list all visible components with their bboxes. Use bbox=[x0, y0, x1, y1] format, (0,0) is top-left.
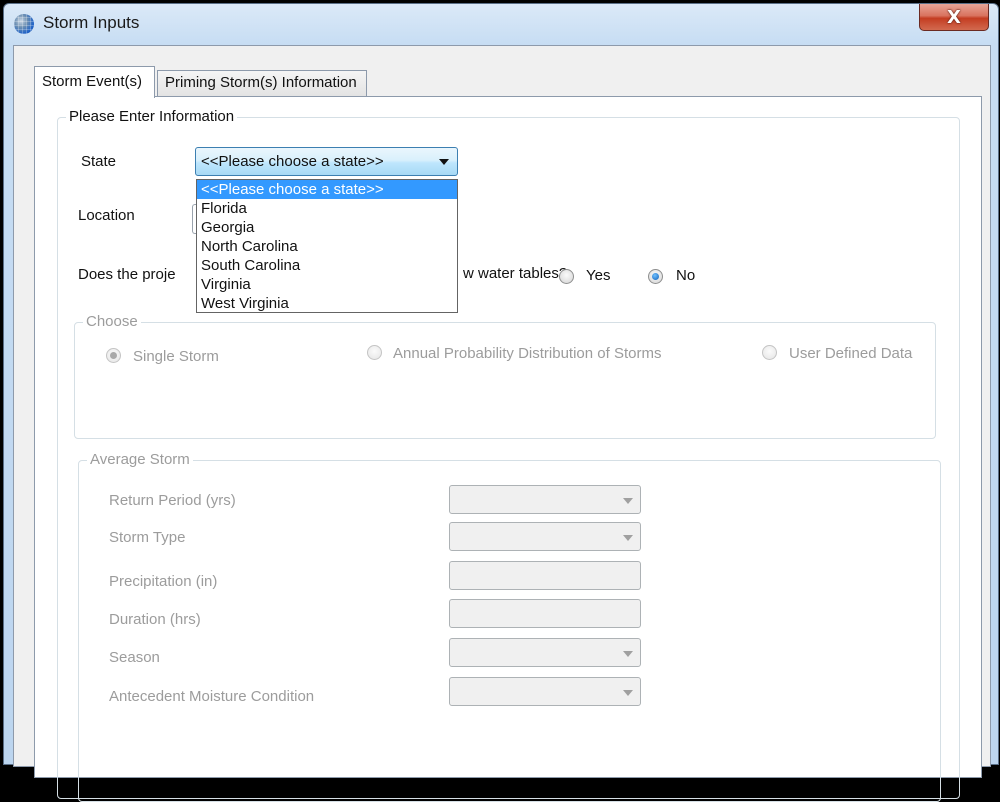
average-storm-group: Average Storm Return Period (yrs) Storm … bbox=[78, 451, 941, 802]
state-label: State bbox=[81, 153, 117, 170]
state-option[interactable]: <<Please choose a state>> bbox=[197, 180, 457, 199]
user-defined-data-radio[interactable] bbox=[762, 345, 777, 360]
single-storm-label[interactable]: Single Storm bbox=[133, 348, 219, 365]
return-period-label: Return Period (yrs) bbox=[109, 492, 236, 509]
storm-type-combobox[interactable] bbox=[449, 522, 641, 551]
antecedent-moisture-label: Antecedent Moisture Condition bbox=[109, 688, 315, 705]
tab-storm-events[interactable]: Storm Event(s) bbox=[34, 66, 155, 98]
state-option[interactable]: South Carolina bbox=[197, 256, 457, 275]
state-dropdown-list[interactable]: <<Please choose a state>> Florida Georgi… bbox=[196, 179, 458, 313]
storm-type-label: Storm Type bbox=[109, 529, 186, 546]
water-table-no-label[interactable]: No bbox=[676, 267, 695, 284]
water-table-question-suffix: w water tables? bbox=[463, 265, 568, 282]
chevron-down-icon bbox=[623, 690, 633, 696]
water-table-question-prefix: Does the proje bbox=[78, 266, 176, 283]
water-table-no-radio[interactable] bbox=[648, 269, 663, 284]
choose-group: Choose Single Storm Annual Probability D… bbox=[74, 313, 936, 439]
season-combobox[interactable] bbox=[449, 638, 641, 667]
close-button[interactable]: X bbox=[919, 4, 989, 31]
state-combobox[interactable]: <<Please choose a state>> bbox=[195, 147, 458, 176]
precipitation-label: Precipitation (in) bbox=[109, 573, 218, 590]
precipitation-input[interactable] bbox=[449, 561, 641, 590]
single-storm-radio[interactable] bbox=[106, 348, 121, 363]
user-defined-data-label[interactable]: User Defined Data bbox=[789, 345, 912, 362]
storm-events-panel: Please Enter Information State <<Please … bbox=[34, 96, 982, 802]
info-group: Please Enter Information State <<Please … bbox=[57, 108, 960, 802]
annual-probability-label[interactable]: Annual Probability Distribution of Storm… bbox=[393, 345, 661, 362]
return-period-combobox[interactable] bbox=[449, 485, 641, 514]
water-table-yes-label[interactable]: Yes bbox=[586, 267, 610, 284]
dialog-client: Storm Event(s) Priming Storm(s) Informat… bbox=[13, 45, 991, 802]
globe-icon bbox=[14, 14, 34, 34]
water-table-yes-radio[interactable] bbox=[559, 269, 574, 284]
choose-group-legend: Choose bbox=[83, 313, 141, 330]
title-bar[interactable]: Storm Inputs X bbox=[4, 4, 998, 42]
state-option[interactable]: Georgia bbox=[197, 218, 457, 237]
chevron-down-icon[interactable] bbox=[439, 159, 449, 165]
info-group-legend: Please Enter Information bbox=[66, 108, 238, 125]
state-option[interactable]: Florida bbox=[197, 199, 457, 218]
state-selected-value: <<Please choose a state>> bbox=[201, 153, 384, 170]
antecedent-moisture-combobox[interactable] bbox=[449, 677, 641, 706]
location-label: Location bbox=[78, 207, 135, 224]
storm-inputs-window: Storm Inputs X Storm Event(s) Priming St… bbox=[3, 3, 999, 802]
close-icon: X bbox=[947, 6, 961, 28]
chevron-down-icon bbox=[623, 535, 633, 541]
state-option[interactable]: North Carolina bbox=[197, 237, 457, 256]
annual-probability-radio[interactable] bbox=[367, 345, 382, 360]
tab-priming-storm-information[interactable]: Priming Storm(s) Information bbox=[157, 70, 367, 96]
duration-input[interactable] bbox=[449, 599, 641, 628]
average-storm-legend: Average Storm bbox=[87, 451, 193, 468]
state-option[interactable]: West Virginia bbox=[197, 294, 457, 313]
chevron-down-icon bbox=[623, 498, 633, 504]
duration-label: Duration (hrs) bbox=[109, 611, 201, 628]
window-title: Storm Inputs bbox=[43, 13, 140, 32]
chevron-down-icon bbox=[623, 651, 633, 657]
state-option[interactable]: Virginia bbox=[197, 275, 457, 294]
season-label: Season bbox=[109, 649, 160, 666]
